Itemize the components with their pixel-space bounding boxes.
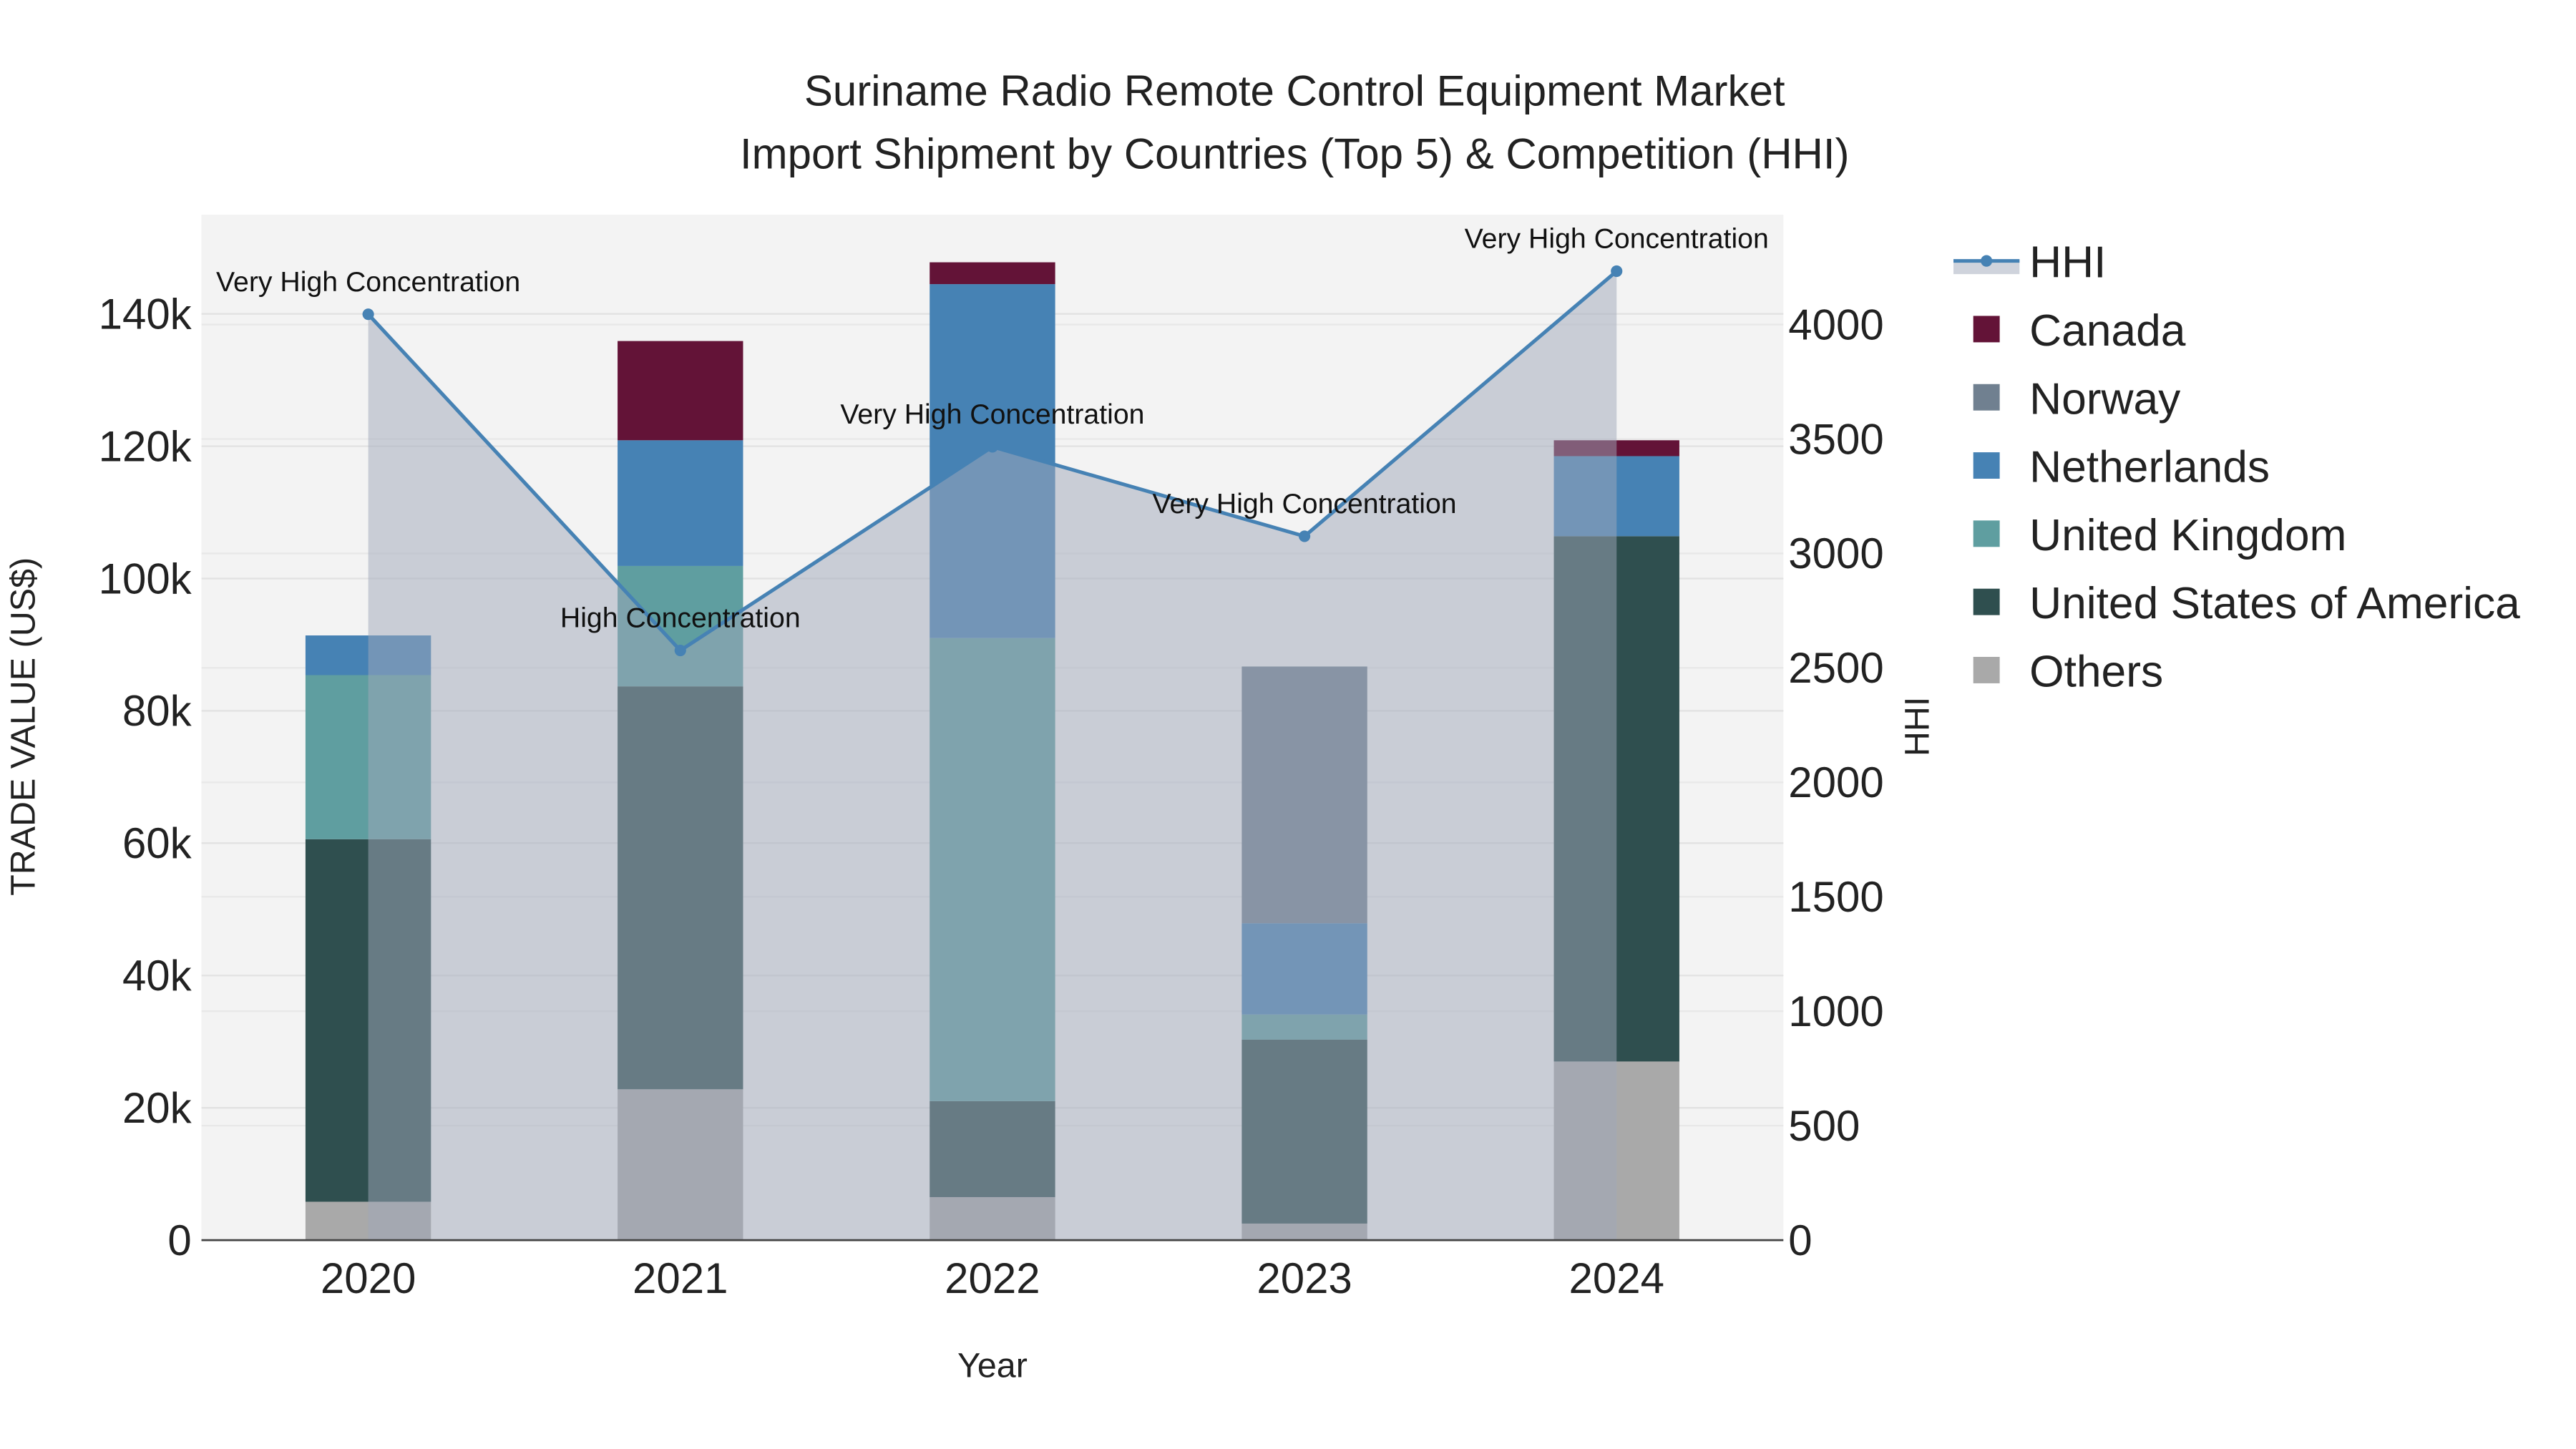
y2-tick-label: 3500 [1788, 415, 1883, 463]
legend-item-hhi[interactable]: HHI [1953, 238, 2106, 288]
legend-label: Canada [2029, 306, 2186, 356]
hhi-point-2021[interactable] [674, 644, 686, 657]
legend-swatch [1973, 316, 2000, 343]
legend-swatch [1973, 452, 2000, 479]
x-tick-label: 2022 [945, 1254, 1040, 1302]
legend-label: HHI [2029, 238, 2106, 288]
x-tick-label: 2024 [1568, 1254, 1664, 1302]
y2-tick-label: 0 [1788, 1216, 1812, 1264]
x-axis-ticks: 2020 2021 2022 2023 2024 [321, 1254, 1664, 1302]
legend-item-united-states-of-america[interactable]: United States of America [1973, 579, 2520, 628]
legend-marker-icon [1981, 255, 1993, 267]
bar-netherlands-2021[interactable] [618, 440, 743, 566]
y2-tick-label: 2000 [1788, 758, 1883, 806]
hhi-annotation-2023: Very High Concentration [1153, 488, 1457, 519]
hhi-annotation-2024: Very High Concentration [1465, 223, 1769, 255]
y2-tick-label: 500 [1788, 1102, 1860, 1150]
legend-swatch [1973, 520, 2000, 547]
y2-tick-label: 4000 [1788, 301, 1883, 348]
x-tick-label: 2021 [633, 1254, 728, 1302]
legend-item-others[interactable]: Others [1973, 648, 2163, 697]
y-tick-label: 60k [122, 819, 192, 867]
y-tick-label: 140k [99, 290, 192, 338]
chart-title: Suriname Radio Remote Control Equipment … [804, 67, 1785, 115]
hhi-point-2020[interactable] [362, 308, 374, 321]
hhi-annotation-2022: Very High Concentration [840, 399, 1144, 430]
y2-tick-label: 1000 [1788, 987, 1883, 1035]
y-tick-label: 0 [167, 1216, 191, 1264]
y-tick-label: 20k [122, 1084, 192, 1132]
y2-axis-ticks: 0 500 1000 1500 2000 2500 3000 3500 4000 [1788, 301, 1883, 1264]
y2-tick-label: 3000 [1788, 530, 1883, 577]
x-tick-label: 2023 [1257, 1254, 1352, 1302]
legend-swatch [1973, 588, 2000, 615]
hhi-annotation-2021: High Concentration [560, 602, 801, 634]
bar-canada-2021[interactable] [618, 341, 743, 441]
legend-item-netherlands[interactable]: Netherlands [1973, 443, 2270, 492]
y-tick-label: 40k [122, 952, 192, 1000]
legend-label: Norway [2029, 374, 2181, 424]
legend-item-norway[interactable]: Norway [1973, 374, 2181, 424]
hhi-point-2022[interactable] [986, 441, 998, 453]
legend-item-canada[interactable]: Canada [1973, 306, 2186, 356]
hhi-annotation-2020: Very High Concentration [216, 266, 520, 298]
y2-tick-label: 2500 [1788, 644, 1883, 692]
bar-canada-2022[interactable] [930, 262, 1055, 285]
chart: Very High Concentration High Concentratio… [4, 67, 2520, 1385]
y-tick-label: 80k [122, 687, 192, 735]
legend-label: United Kingdom [2029, 511, 2346, 560]
y2-axis-label: HHI [1898, 697, 1936, 756]
hhi-point-2024[interactable] [1611, 265, 1623, 278]
legend-swatch [1973, 384, 2000, 411]
hhi-point-2023[interactable] [1299, 530, 1311, 542]
chart-subtitle: Import Shipment by Countries (Top 5) & C… [740, 130, 1850, 177]
y-tick-label: 100k [99, 555, 192, 602]
legend-label: Netherlands [2029, 443, 2270, 492]
legend-item-united-kingdom[interactable]: United Kingdom [1973, 511, 2347, 560]
legend-swatch [1973, 657, 2000, 683]
y-tick-label: 120k [99, 422, 192, 470]
y-axis-ticks: 0 20k 40k 60k 80k 100k 120k 140k [99, 290, 192, 1264]
legend-label: Others [2029, 648, 2163, 697]
y2-tick-label: 1500 [1788, 873, 1883, 921]
legend-label: United States of America [2029, 579, 2520, 628]
x-tick-label: 2020 [321, 1254, 416, 1302]
legend: HHI Canada Norway Netherlands United Kingdom… [1953, 238, 2520, 697]
x-axis-label: Year [957, 1347, 1028, 1385]
y-axis-label: TRADE VALUE (US$) [4, 557, 42, 896]
